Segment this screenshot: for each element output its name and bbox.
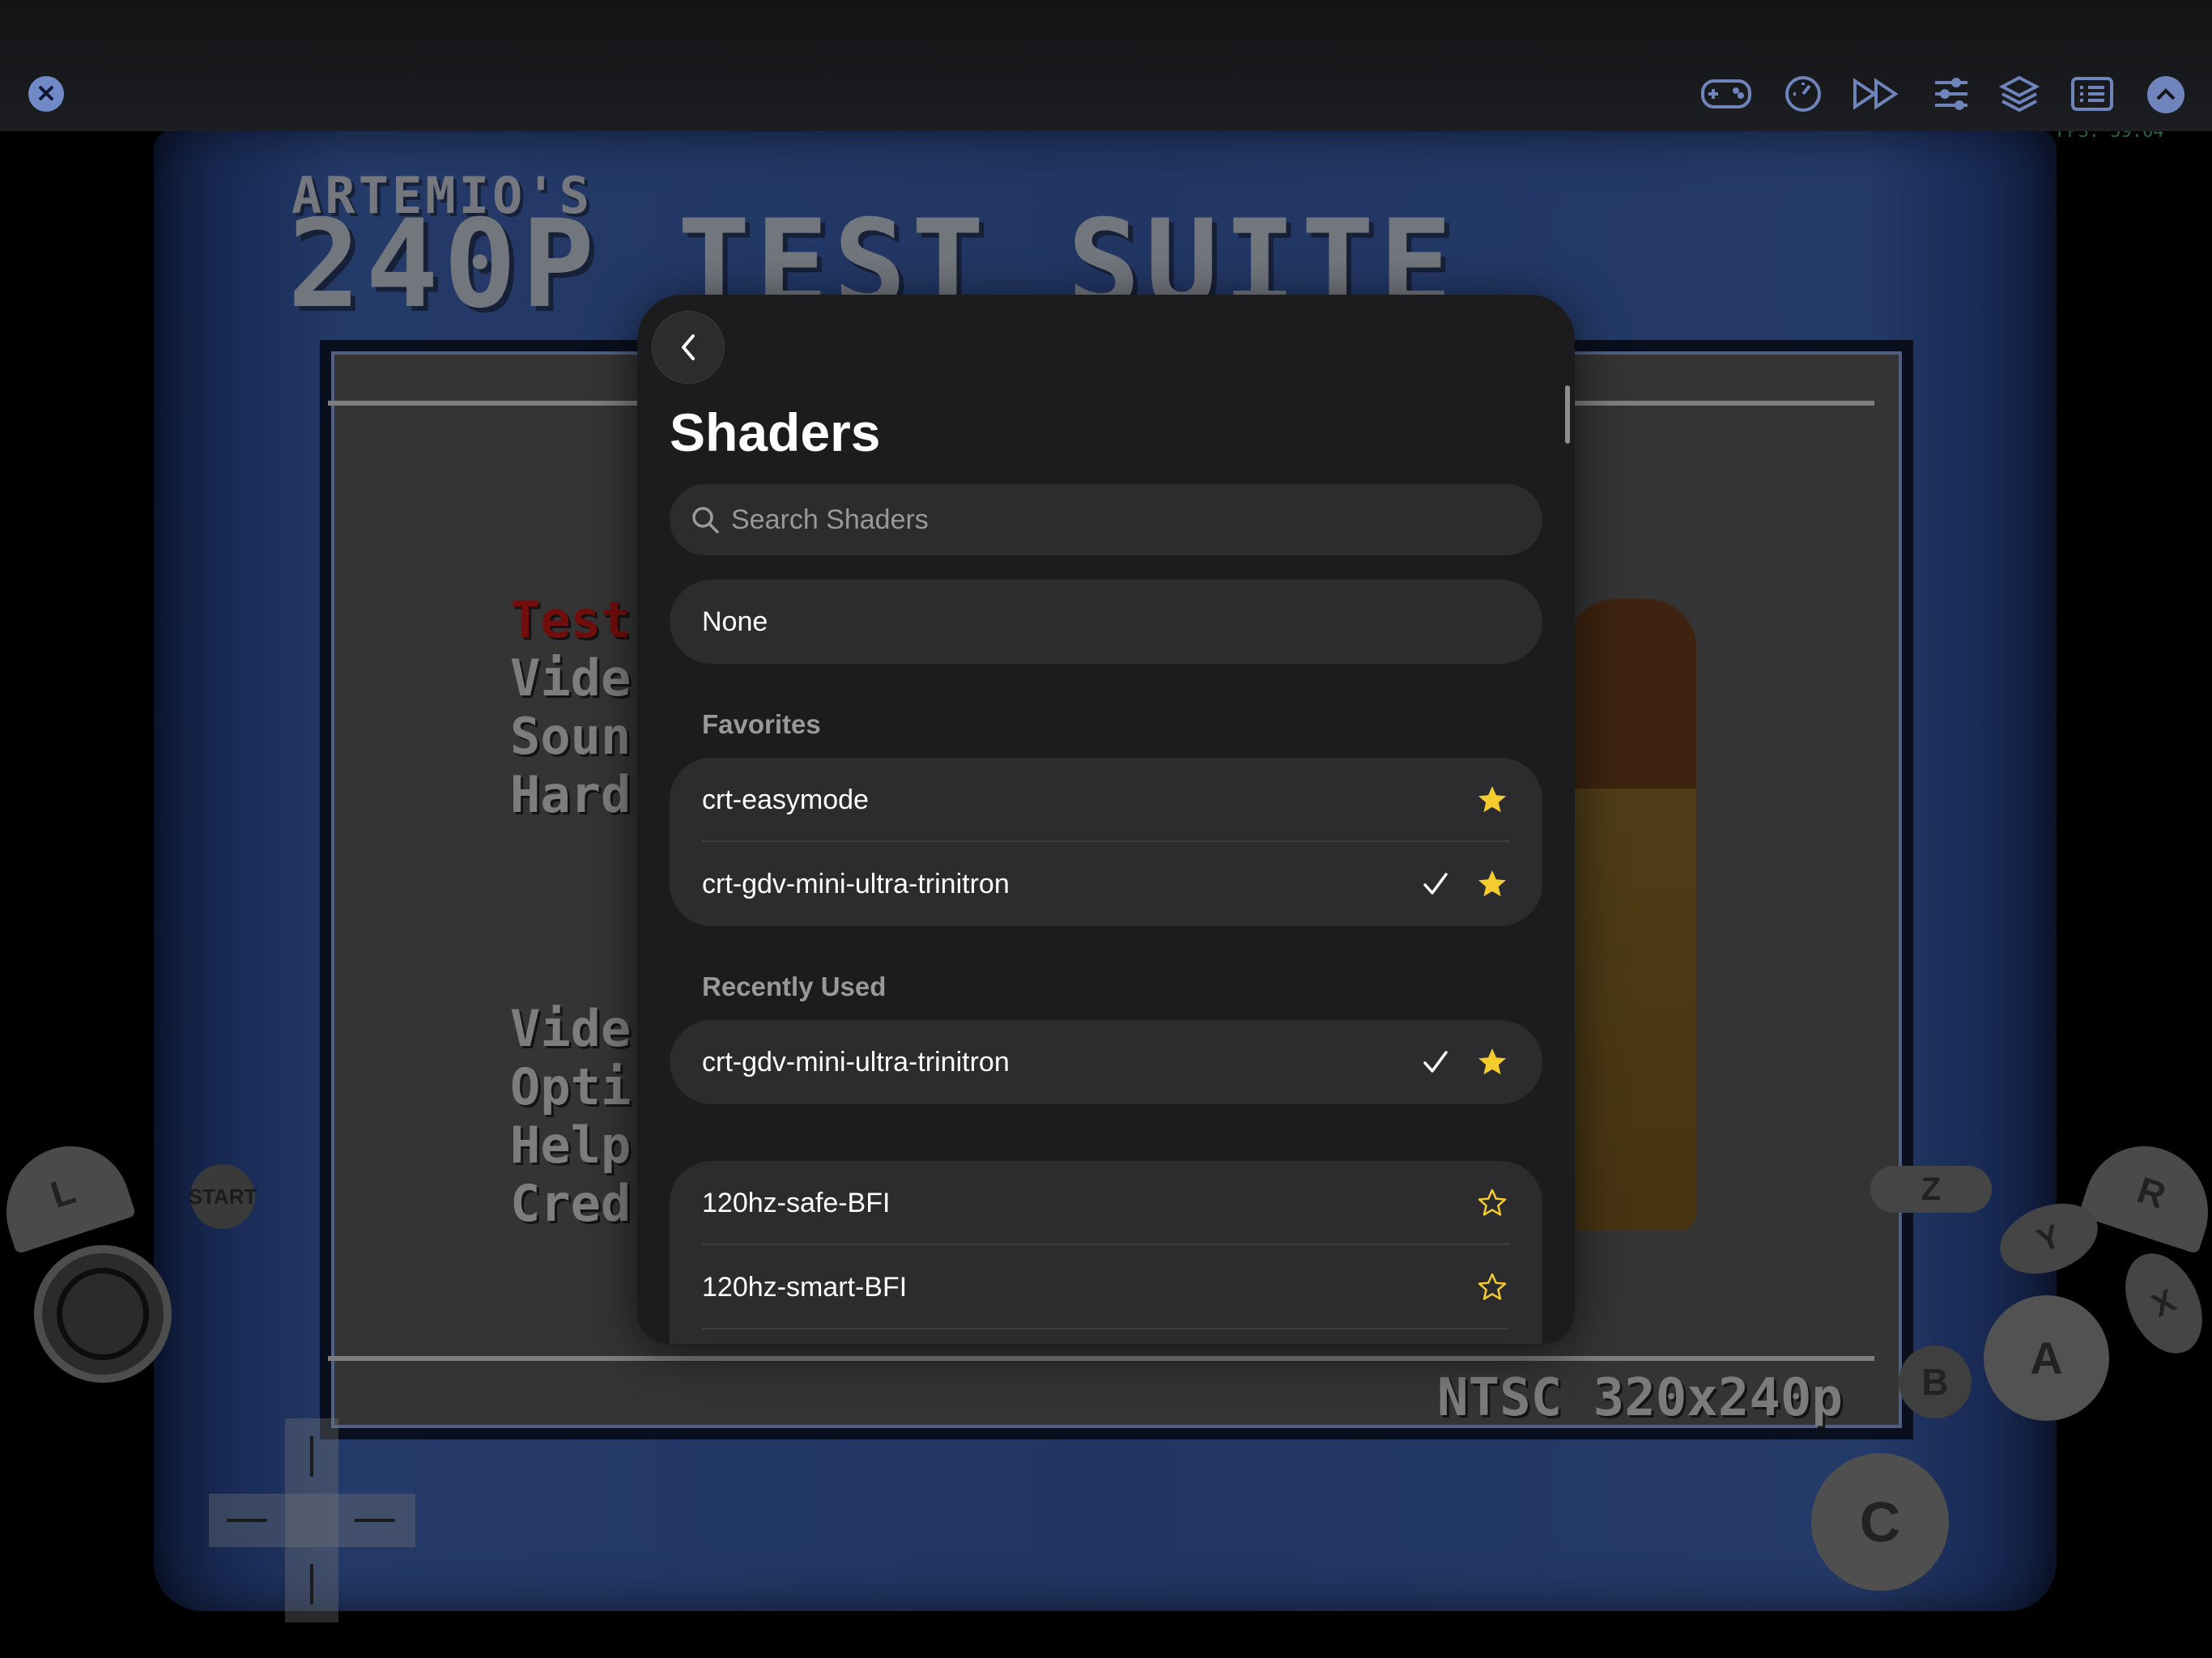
- shader-row[interactable]: crt-easymode: [670, 758, 1542, 842]
- chevron-left-icon: [682, 334, 695, 360]
- shader-name: crt-gdv-mini-ultra-trinitron: [702, 868, 1010, 899]
- layers-icon[interactable]: [1993, 73, 2045, 115]
- sliders-icon[interactable]: [1925, 73, 1977, 115]
- shader-name: 120hz-safe-BFI: [702, 1187, 891, 1218]
- row-separator: [702, 1328, 1510, 1329]
- star-outline-icon[interactable]: [1474, 1185, 1510, 1221]
- favorites-card: crt-easymode crt-gdv-mini-ultra-trinitro…: [670, 758, 1542, 926]
- list-icon[interactable]: [2066, 73, 2118, 115]
- shader-name: 120hz-smart-BFI: [702, 1271, 908, 1303]
- analog-stick-knob: [57, 1268, 149, 1360]
- emulator-screen: ARTEMIO'S 240P TEST SUITE Test Vide Soun…: [0, 0, 2212, 1658]
- fast-forward-icon[interactable]: [1850, 73, 1902, 115]
- none-option-card: None: [670, 580, 1542, 664]
- shader-name: crt-gdv-mini-ultra-trinitron: [702, 1046, 1010, 1078]
- shader-row-none[interactable]: None: [670, 580, 1542, 664]
- shaders-sheet: Shaders Search Shaders None Favorites cr…: [637, 295, 1575, 1344]
- dpad-up-mark: [310, 1436, 313, 1477]
- shader-row[interactable]: crt-gdv-mini-ultra-trinitron: [670, 842, 1542, 926]
- star-filled-icon[interactable]: [1474, 866, 1510, 902]
- star-filled-icon[interactable]: [1474, 782, 1510, 818]
- c-button[interactable]: C: [1811, 1453, 1949, 1591]
- close-icon[interactable]: ✕: [28, 76, 64, 112]
- chevron-up-icon[interactable]: [2147, 76, 2184, 113]
- star-filled-icon[interactable]: [1474, 1044, 1510, 1080]
- shader-name: crt-easymode: [702, 784, 869, 815]
- dpad-horizontal[interactable]: [209, 1494, 415, 1547]
- search-field[interactable]: Search Shaders: [670, 484, 1542, 555]
- shader-row[interactable]: crt-gdv-mini-ultra-trinitron: [670, 1020, 1542, 1104]
- shader-name: None: [702, 606, 768, 637]
- analog-stick[interactable]: [34, 1245, 172, 1383]
- recent-header: Recently Used: [702, 971, 887, 1001]
- star-outline-icon[interactable]: [1474, 1269, 1510, 1305]
- favorites-header: Favorites: [702, 709, 821, 739]
- shader-row[interactable]: 120hz-safe-BFI: [670, 1161, 1542, 1245]
- back-button[interactable]: [652, 311, 725, 384]
- dpad-down-mark: [310, 1564, 313, 1605]
- speedometer-icon[interactable]: [1777, 73, 1829, 115]
- a-button[interactable]: A: [1984, 1295, 2109, 1421]
- gamepad-icon[interactable]: [1700, 73, 1752, 115]
- scroll-indicator[interactable]: [1565, 385, 1570, 444]
- checkmark-icon: [1418, 1044, 1453, 1080]
- z-button[interactable]: Z: [1870, 1166, 1992, 1213]
- dpad-right-mark: [355, 1519, 395, 1522]
- top-toolbar: ✕: [0, 0, 2212, 131]
- shader-row[interactable]: 120hz-smart-BFI: [670, 1245, 1542, 1329]
- search-placeholder: Search Shaders: [731, 504, 929, 535]
- dpad-left-mark: [227, 1519, 267, 1522]
- search-icon: [689, 504, 721, 536]
- start-button[interactable]: START: [189, 1164, 257, 1229]
- b-button[interactable]: B: [1899, 1346, 1972, 1418]
- checkmark-icon: [1418, 866, 1453, 902]
- all-shaders-card: 120hz-safe-BFI 120hz-smart-BFI: [670, 1161, 1542, 1344]
- sheet-title: Shaders: [670, 402, 881, 462]
- recent-card: crt-gdv-mini-ultra-trinitron: [670, 1020, 1542, 1104]
